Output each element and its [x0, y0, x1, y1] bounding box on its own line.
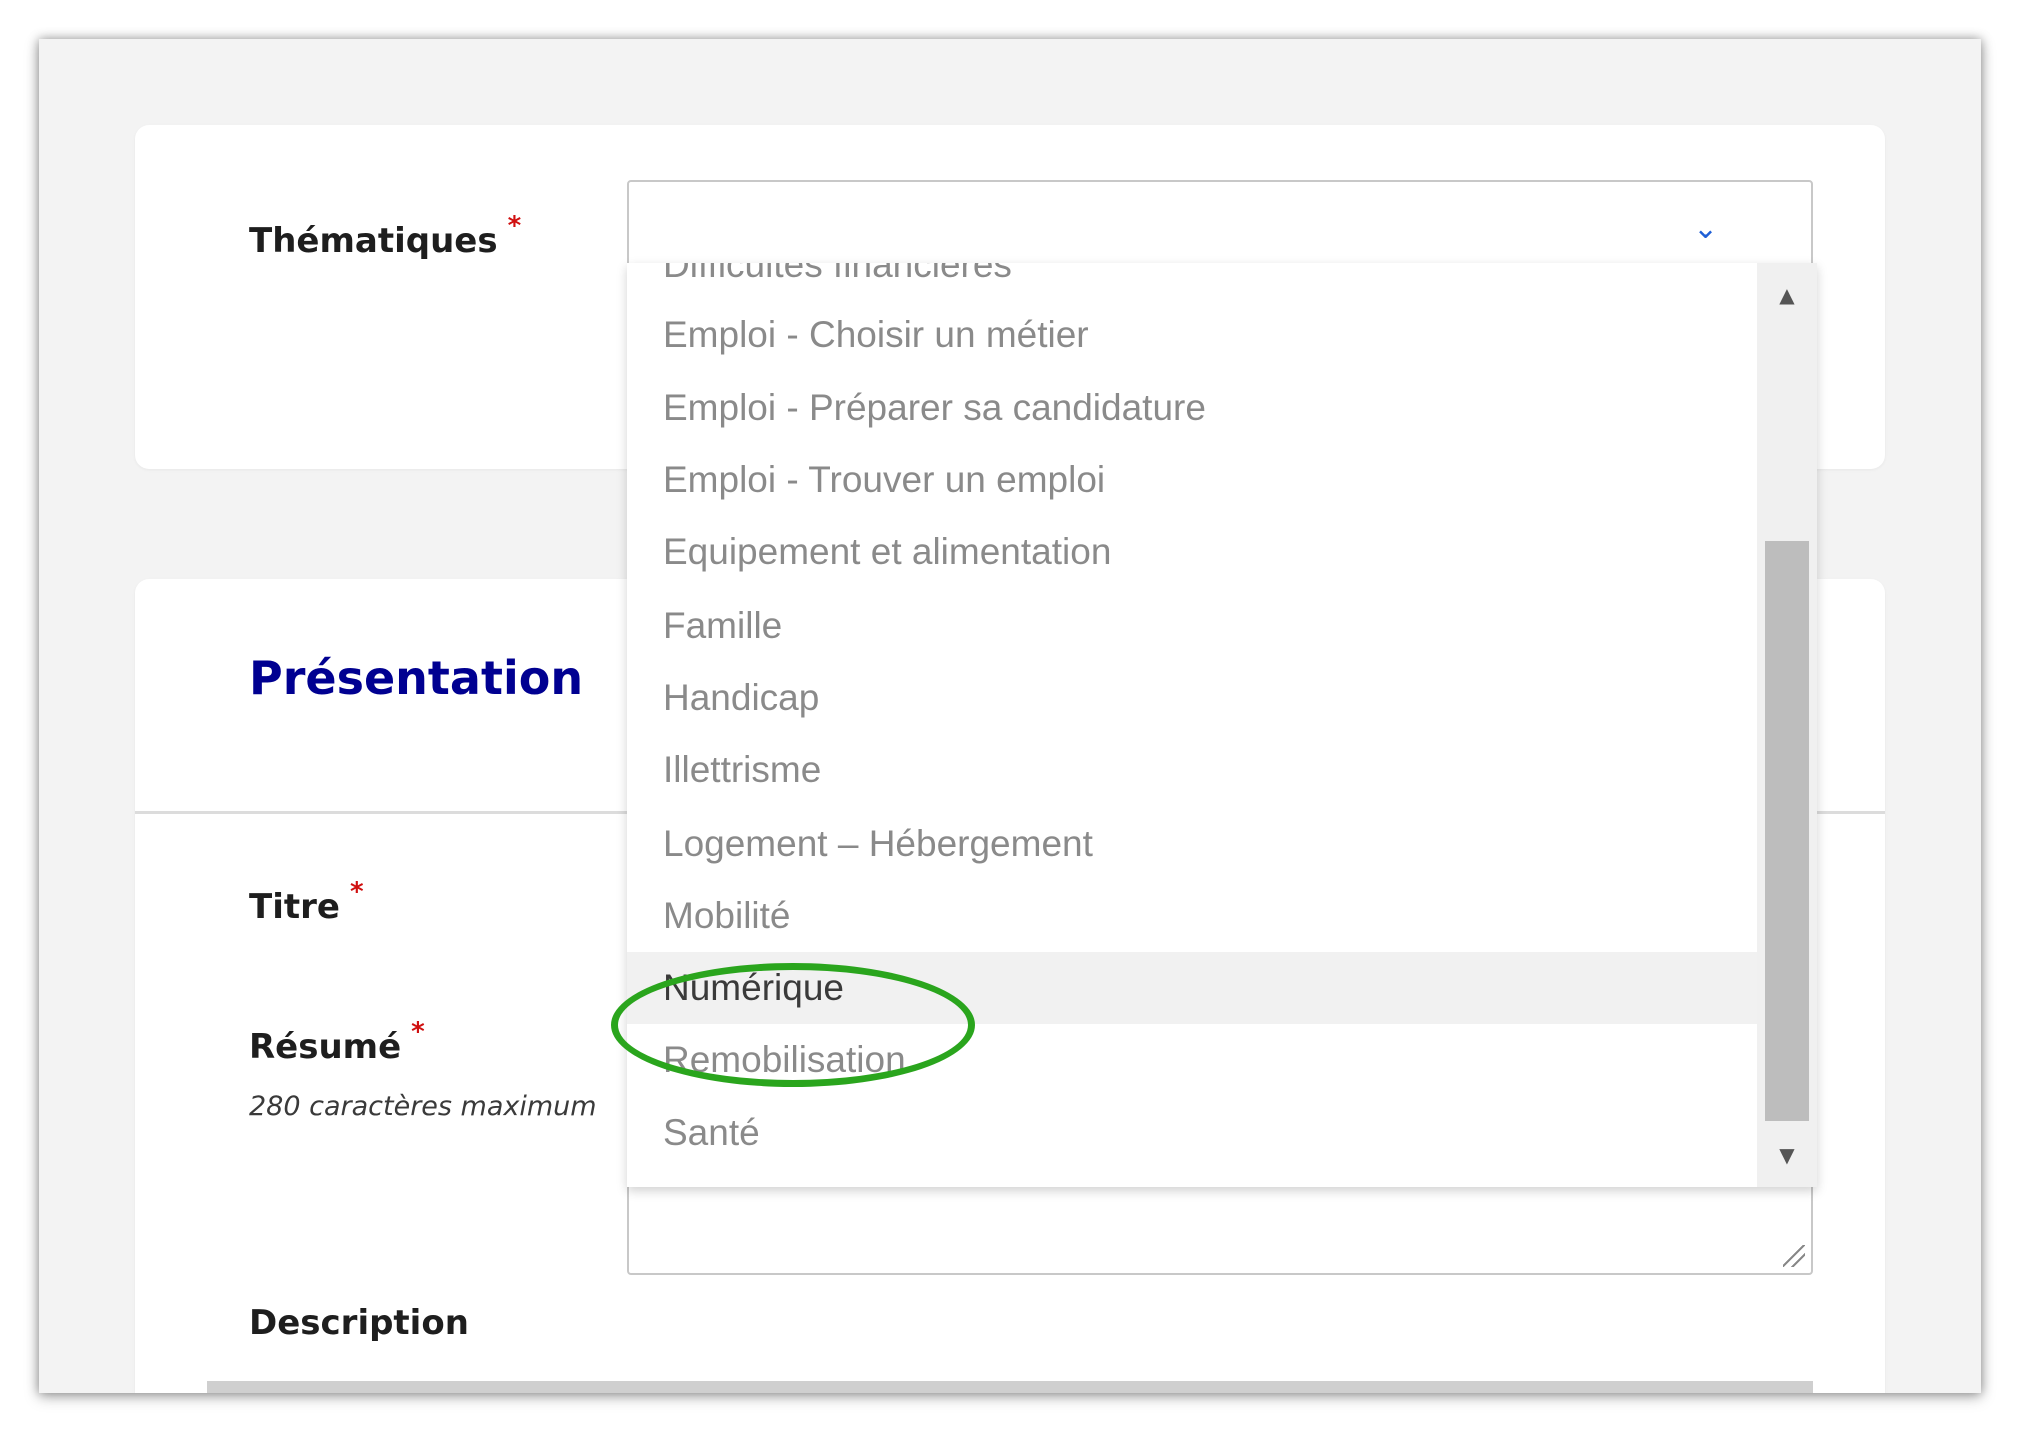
- required-marker: *: [349, 877, 364, 907]
- presentation-title: Présentation: [249, 651, 584, 705]
- resize-handle-icon[interactable]: [1783, 1245, 1805, 1267]
- thematiques-select[interactable]: ⌄: [627, 180, 1813, 268]
- required-marker: *: [507, 211, 522, 241]
- description-label: Description: [249, 1303, 469, 1343]
- dropdown-option[interactable]: Difficultés financières: [627, 263, 1757, 301]
- dropdown-option[interactable]: Emploi - Préparer sa candidature: [627, 372, 1757, 444]
- thematiques-dropdown-list[interactable]: Difficultés financières Emploi - Choisir…: [627, 263, 1817, 1187]
- dropdown-option[interactable]: Remobilisation: [627, 1024, 1757, 1096]
- resume-label-text: Résumé: [249, 1027, 402, 1067]
- resume-label: Résumé *: [249, 1017, 425, 1067]
- dropdown-scrollbar[interactable]: ▲ ▼: [1757, 263, 1817, 1187]
- dropdown-option[interactable]: Santé: [627, 1097, 1757, 1169]
- dropdown-options: Difficultés financières Emploi - Choisir…: [627, 263, 1757, 1187]
- scroll-up-arrow-icon[interactable]: ▲: [1757, 275, 1817, 315]
- chevron-down-icon[interactable]: ⌄: [1693, 214, 1718, 244]
- form-page: Thématiques * Présentation Titre * Résumé *…: [39, 39, 1981, 1393]
- titre-label-text: Titre: [249, 887, 340, 927]
- dropdown-option[interactable]: Handicap: [627, 662, 1757, 734]
- dropdown-option[interactable]: Emploi - Choisir un métier: [627, 299, 1757, 371]
- dropdown-option[interactable]: Mobilité: [627, 880, 1757, 952]
- dropdown-option[interactable]: Logement – Hébergement: [627, 808, 1757, 880]
- required-marker: *: [411, 1017, 425, 1047]
- thematiques-label: Thématiques *: [249, 211, 521, 261]
- titre-label: Titre *: [249, 877, 364, 927]
- scrollbar-thumb[interactable]: [1765, 541, 1809, 1121]
- dropdown-option[interactable]: Emploi - Trouver un emploi: [627, 444, 1757, 516]
- description-editor-toolbar[interactable]: [207, 1381, 1813, 1393]
- dropdown-option[interactable]: Equipement et alimentation: [627, 516, 1757, 588]
- resume-hint: 280 caractères maximum: [249, 1091, 597, 1122]
- thematiques-label-text: Thématiques: [249, 221, 498, 261]
- dropdown-option[interactable]: Illettrisme: [627, 734, 1757, 806]
- dropdown-option-highlighted[interactable]: Numérique: [627, 952, 1757, 1024]
- scroll-down-arrow-icon[interactable]: ▼: [1757, 1135, 1817, 1175]
- dropdown-option[interactable]: Famille: [627, 590, 1757, 662]
